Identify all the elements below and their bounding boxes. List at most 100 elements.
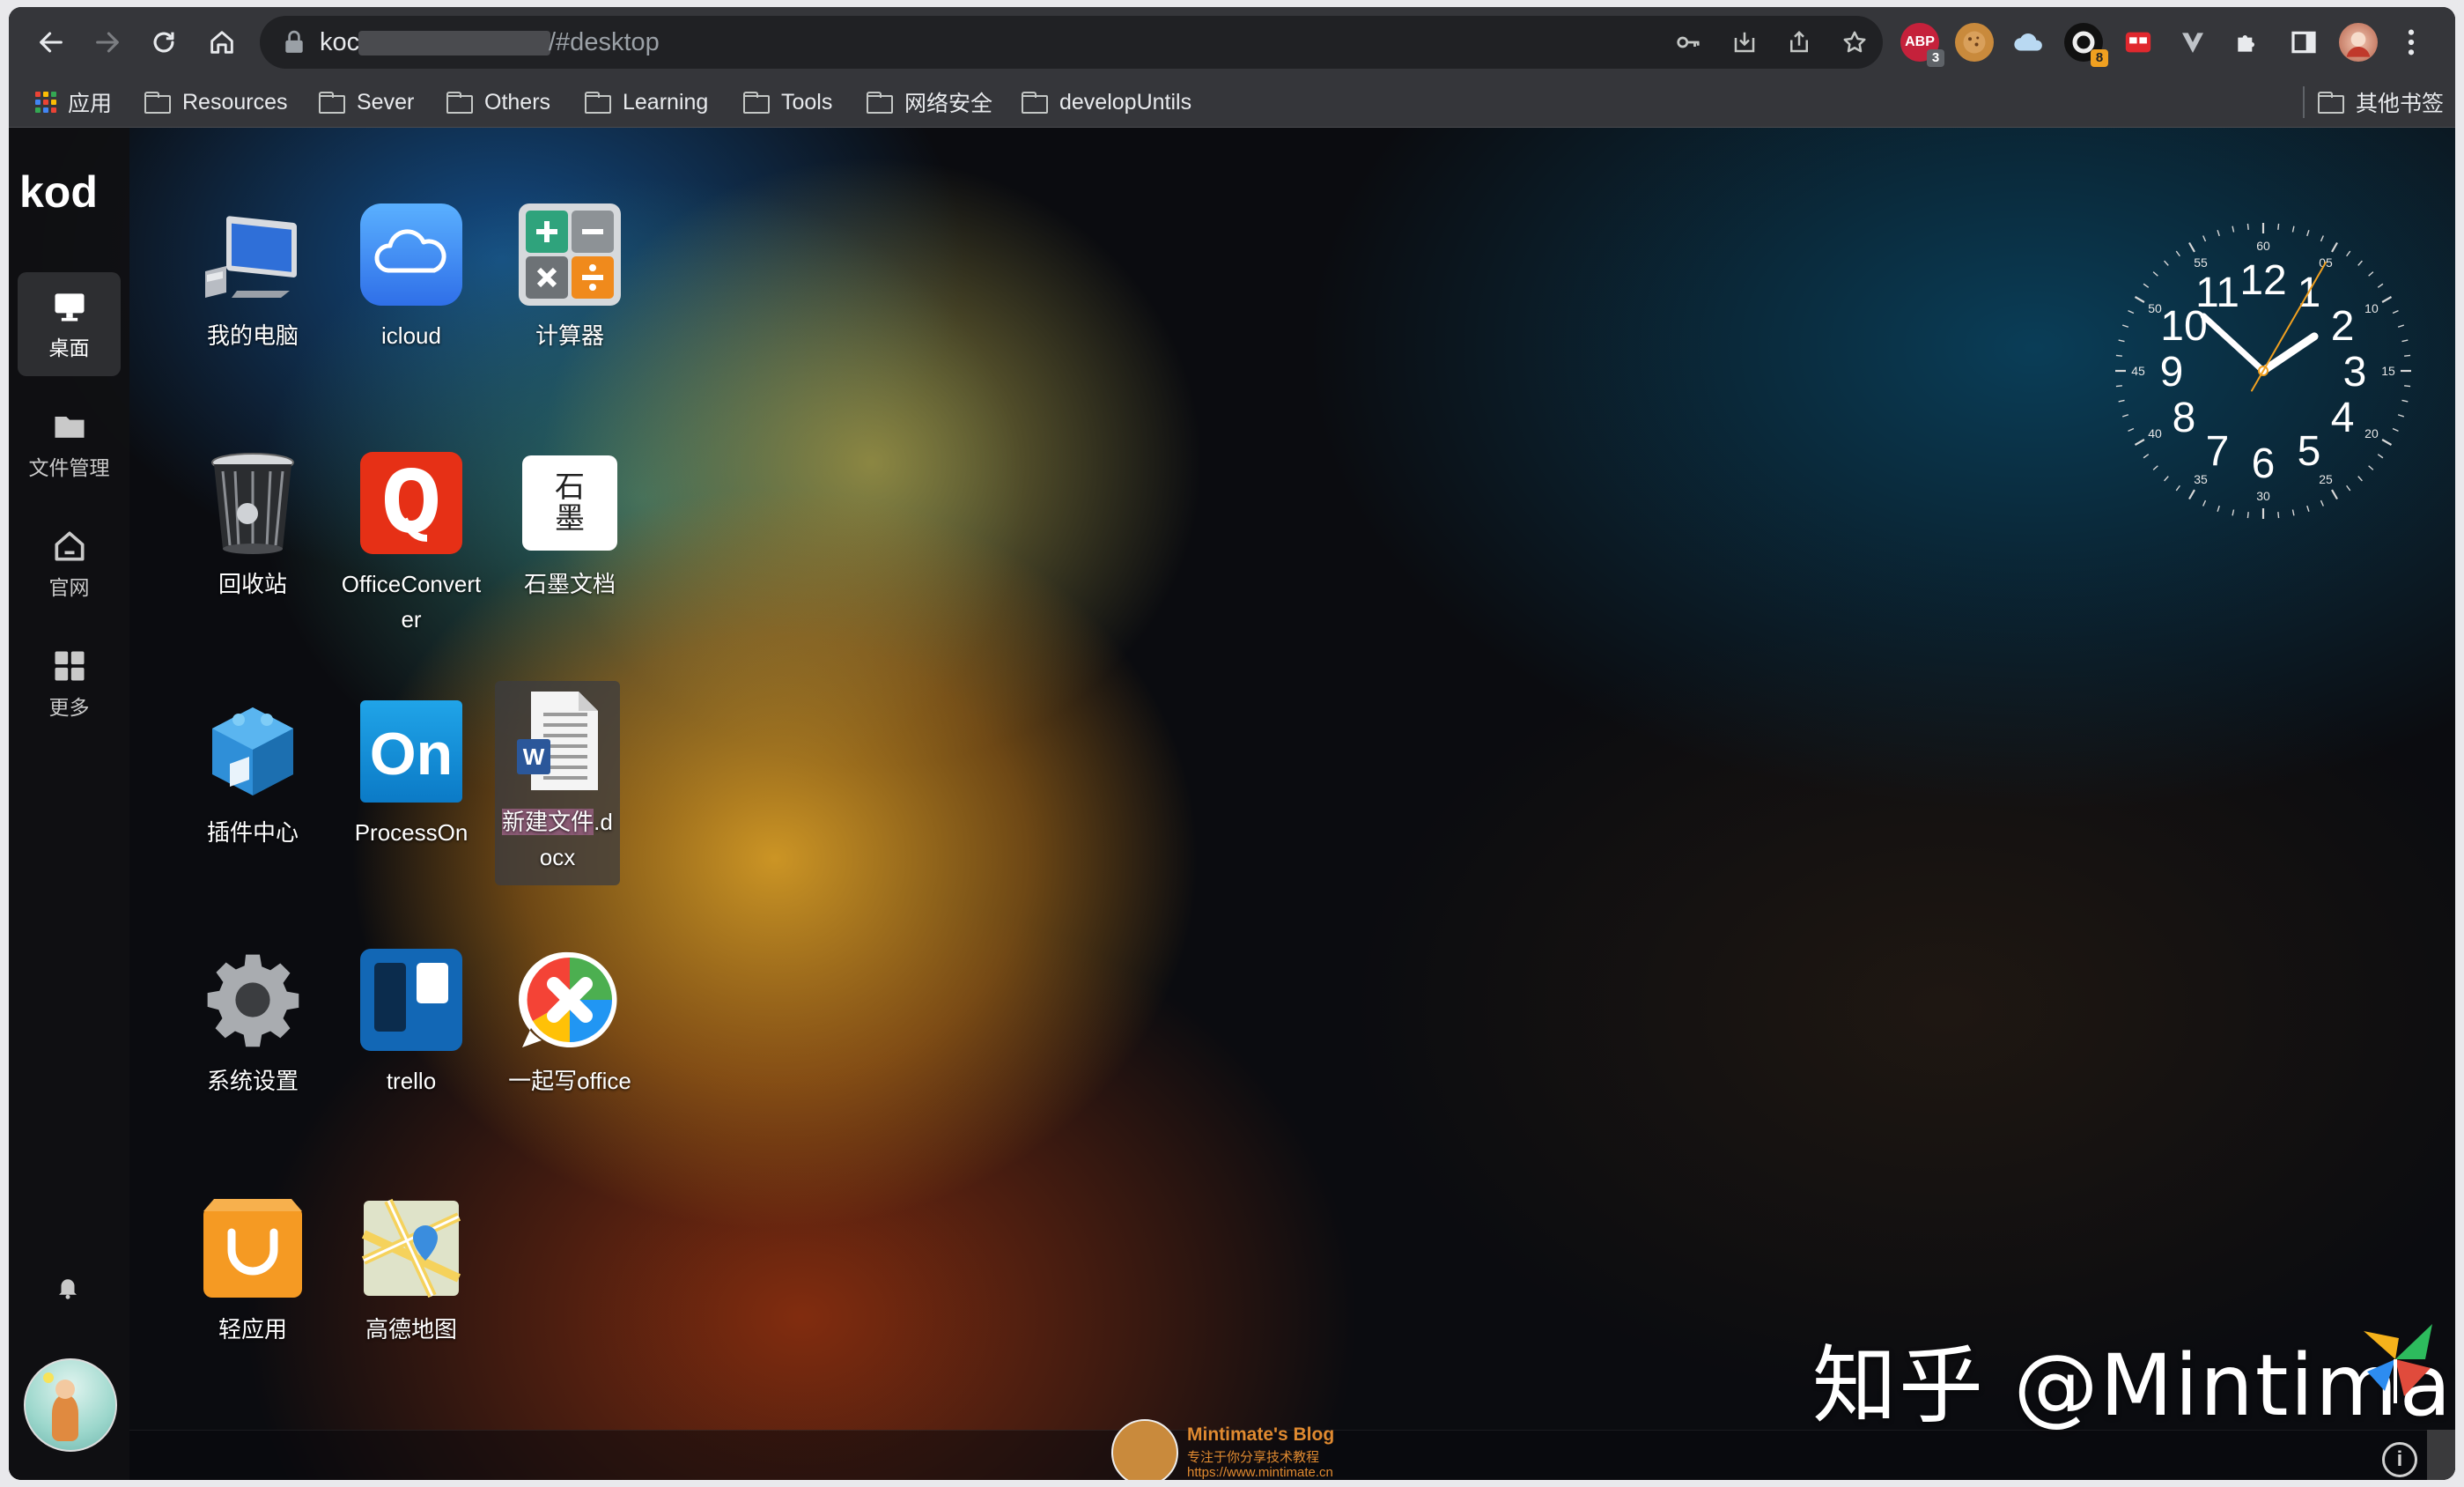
svg-text:W: W xyxy=(523,744,545,770)
clock-tick xyxy=(2291,509,2295,516)
browser-menu-button[interactable] xyxy=(2392,23,2431,62)
share-button[interactable] xyxy=(1783,26,1815,58)
clock-tick xyxy=(2128,310,2135,314)
desktop-icon-recycle-bin[interactable]: 回收站 xyxy=(178,448,328,602)
sidebar-item-label: 桌面 xyxy=(48,337,90,359)
url-path: /#desktop xyxy=(549,28,660,56)
clock-tick xyxy=(2404,354,2411,357)
shimo-glyph: 石 墨 xyxy=(522,455,617,551)
notification-bell-icon[interactable] xyxy=(55,1273,81,1301)
bookmark-folder-others[interactable]: Others xyxy=(446,88,550,116)
folder-icon xyxy=(446,92,473,114)
forward-button[interactable] xyxy=(85,19,130,65)
dark-extension[interactable]: 8 xyxy=(2064,23,2108,67)
desktop-icon-settings[interactable]: 系统设置 xyxy=(178,945,328,1099)
bookmark-folder-security[interactable]: 网络安全 xyxy=(867,88,992,116)
clock-tick xyxy=(2277,223,2280,230)
sidebar-item-files[interactable]: 文件管理 xyxy=(18,392,121,496)
apps-grid-icon xyxy=(35,92,56,113)
clock-tick xyxy=(2357,476,2363,482)
bookmark-folder-tools[interactable]: Tools xyxy=(743,88,832,116)
desktop-icon-yiqixie[interactable]: 一起写office xyxy=(495,945,645,1099)
clock-hour-number: 2 xyxy=(2331,303,2355,350)
bookmark-other-folder[interactable]: 其他书签 xyxy=(2318,88,2444,116)
desktop-icon-calculator[interactable]: 计算器 xyxy=(495,200,645,353)
bookmark-folder-resources[interactable]: Resources xyxy=(144,88,288,116)
word-document-icon: W xyxy=(503,686,612,795)
desktop-icon-office-converter[interactable]: OfficeConverter xyxy=(336,448,486,637)
kod-logo: kod xyxy=(19,167,98,217)
computer-icon xyxy=(198,200,307,309)
bookmark-apps[interactable]: 应用 xyxy=(35,88,112,116)
install-app-button[interactable] xyxy=(1729,26,1760,58)
bookmark-folder-learning[interactable]: Learning xyxy=(585,88,708,116)
sidebar-item-more[interactable]: 更多 xyxy=(18,632,121,736)
puzzle-icon xyxy=(2238,35,2254,52)
desktop-icon-icloud[interactable]: icloud xyxy=(336,200,486,353)
desktop-icon-trello[interactable]: trello xyxy=(336,945,486,1099)
sidebar-item-website[interactable]: 官网 xyxy=(18,512,121,616)
pinwheel-logo xyxy=(2364,1324,2432,1403)
clock-tick xyxy=(2320,499,2324,507)
clock-hour-number: 4 xyxy=(2331,395,2355,441)
desktop-icon-light-app[interactable]: 轻应用 xyxy=(178,1194,328,1347)
home-button[interactable] xyxy=(199,19,245,65)
bookmark-label: developUntils xyxy=(1059,89,1192,115)
clock-tick xyxy=(2346,250,2351,257)
kod-desktop: kod 桌面 文件管理 官网 更多 我的电脑 回收站 插件中心 系统设置 轻应用… xyxy=(9,128,2455,1480)
bookmark-folder-developuntils[interactable]: developUntils xyxy=(1022,88,1191,116)
desktop-icon-processon[interactable]: On ProcessOn xyxy=(336,697,486,850)
desktop-icon-plugin-center[interactable]: 插件中心 xyxy=(178,697,328,850)
profile-avatar-button[interactable] xyxy=(2339,23,2378,62)
bookmark-star-button[interactable] xyxy=(1839,26,1870,58)
browser-toolbar: koc /#desktop ABP 3 8 xyxy=(9,7,2455,78)
extensions-menu-button[interactable] xyxy=(2228,23,2267,62)
clock-tick xyxy=(2217,505,2220,512)
clock-tick xyxy=(2368,271,2374,277)
cookie-icon xyxy=(1963,31,1986,54)
sidebar-item-desktop[interactable]: 桌面 xyxy=(18,272,121,376)
clock-hour-number: 6 xyxy=(2252,440,2276,487)
folder-icon xyxy=(55,417,84,438)
desktop-icon-label: 高德地图 xyxy=(365,1316,457,1343)
back-button[interactable] xyxy=(28,19,74,65)
bookmark-other-label: 其他书签 xyxy=(2356,92,2445,116)
clock-hour-number: 5 xyxy=(2298,428,2321,475)
red-extension[interactable] xyxy=(2119,23,2158,62)
url-redacted xyxy=(358,31,550,55)
clock-tick xyxy=(2188,489,2195,500)
clock-tick xyxy=(2377,454,2384,459)
desktop-icon-new-docx[interactable]: W 新建文件.docx xyxy=(495,681,620,885)
bookmark-folder-sever[interactable]: Sever xyxy=(319,88,414,116)
clock-tick xyxy=(2115,354,2122,357)
clock-tick xyxy=(2143,454,2150,459)
adblock-extension[interactable]: ABP 3 xyxy=(1900,23,1944,67)
cloud-extension[interactable] xyxy=(2010,23,2048,62)
info-icon[interactable]: i xyxy=(2382,1442,2417,1477)
clock-tick xyxy=(2164,260,2169,266)
settings-gear-icon xyxy=(198,945,307,1054)
adblock-badge: 3 xyxy=(1927,49,1944,67)
taskbar-corner-button[interactable] xyxy=(2427,1430,2455,1480)
bookmark-label: Resources xyxy=(182,89,288,115)
v-extension[interactable] xyxy=(2173,23,2212,62)
clock-tick xyxy=(2152,465,2158,470)
desktop-icon-shimo[interactable]: 石 墨 石墨文档 xyxy=(495,448,645,602)
clock-tick xyxy=(2128,427,2135,432)
reload-button[interactable] xyxy=(141,19,187,65)
folder-icon xyxy=(319,92,345,114)
address-bar[interactable]: koc /#desktop xyxy=(260,16,1883,69)
clock-hour-number: 9 xyxy=(2160,349,2184,396)
shimo-icon: 石 墨 xyxy=(515,448,624,558)
adblock-label: ABP xyxy=(1905,34,1935,49)
desktop-icon-label: 轻应用 xyxy=(218,1316,287,1343)
clock-tick xyxy=(2143,283,2150,288)
desktop-icon-my-computer[interactable]: 我的电脑 xyxy=(178,200,328,353)
desktop-icon-label: ProcessOn xyxy=(354,819,468,846)
user-avatar[interactable] xyxy=(24,1358,117,1452)
side-panel-button[interactable] xyxy=(2284,23,2323,62)
password-key-button[interactable] xyxy=(1672,26,1704,58)
cookie-extension[interactable] xyxy=(1955,23,1994,62)
analog-clock-widget: 600510152025303540455055121234567891011 xyxy=(2115,223,2411,519)
desktop-icon-amap[interactable]: 高德地图 xyxy=(336,1194,486,1347)
